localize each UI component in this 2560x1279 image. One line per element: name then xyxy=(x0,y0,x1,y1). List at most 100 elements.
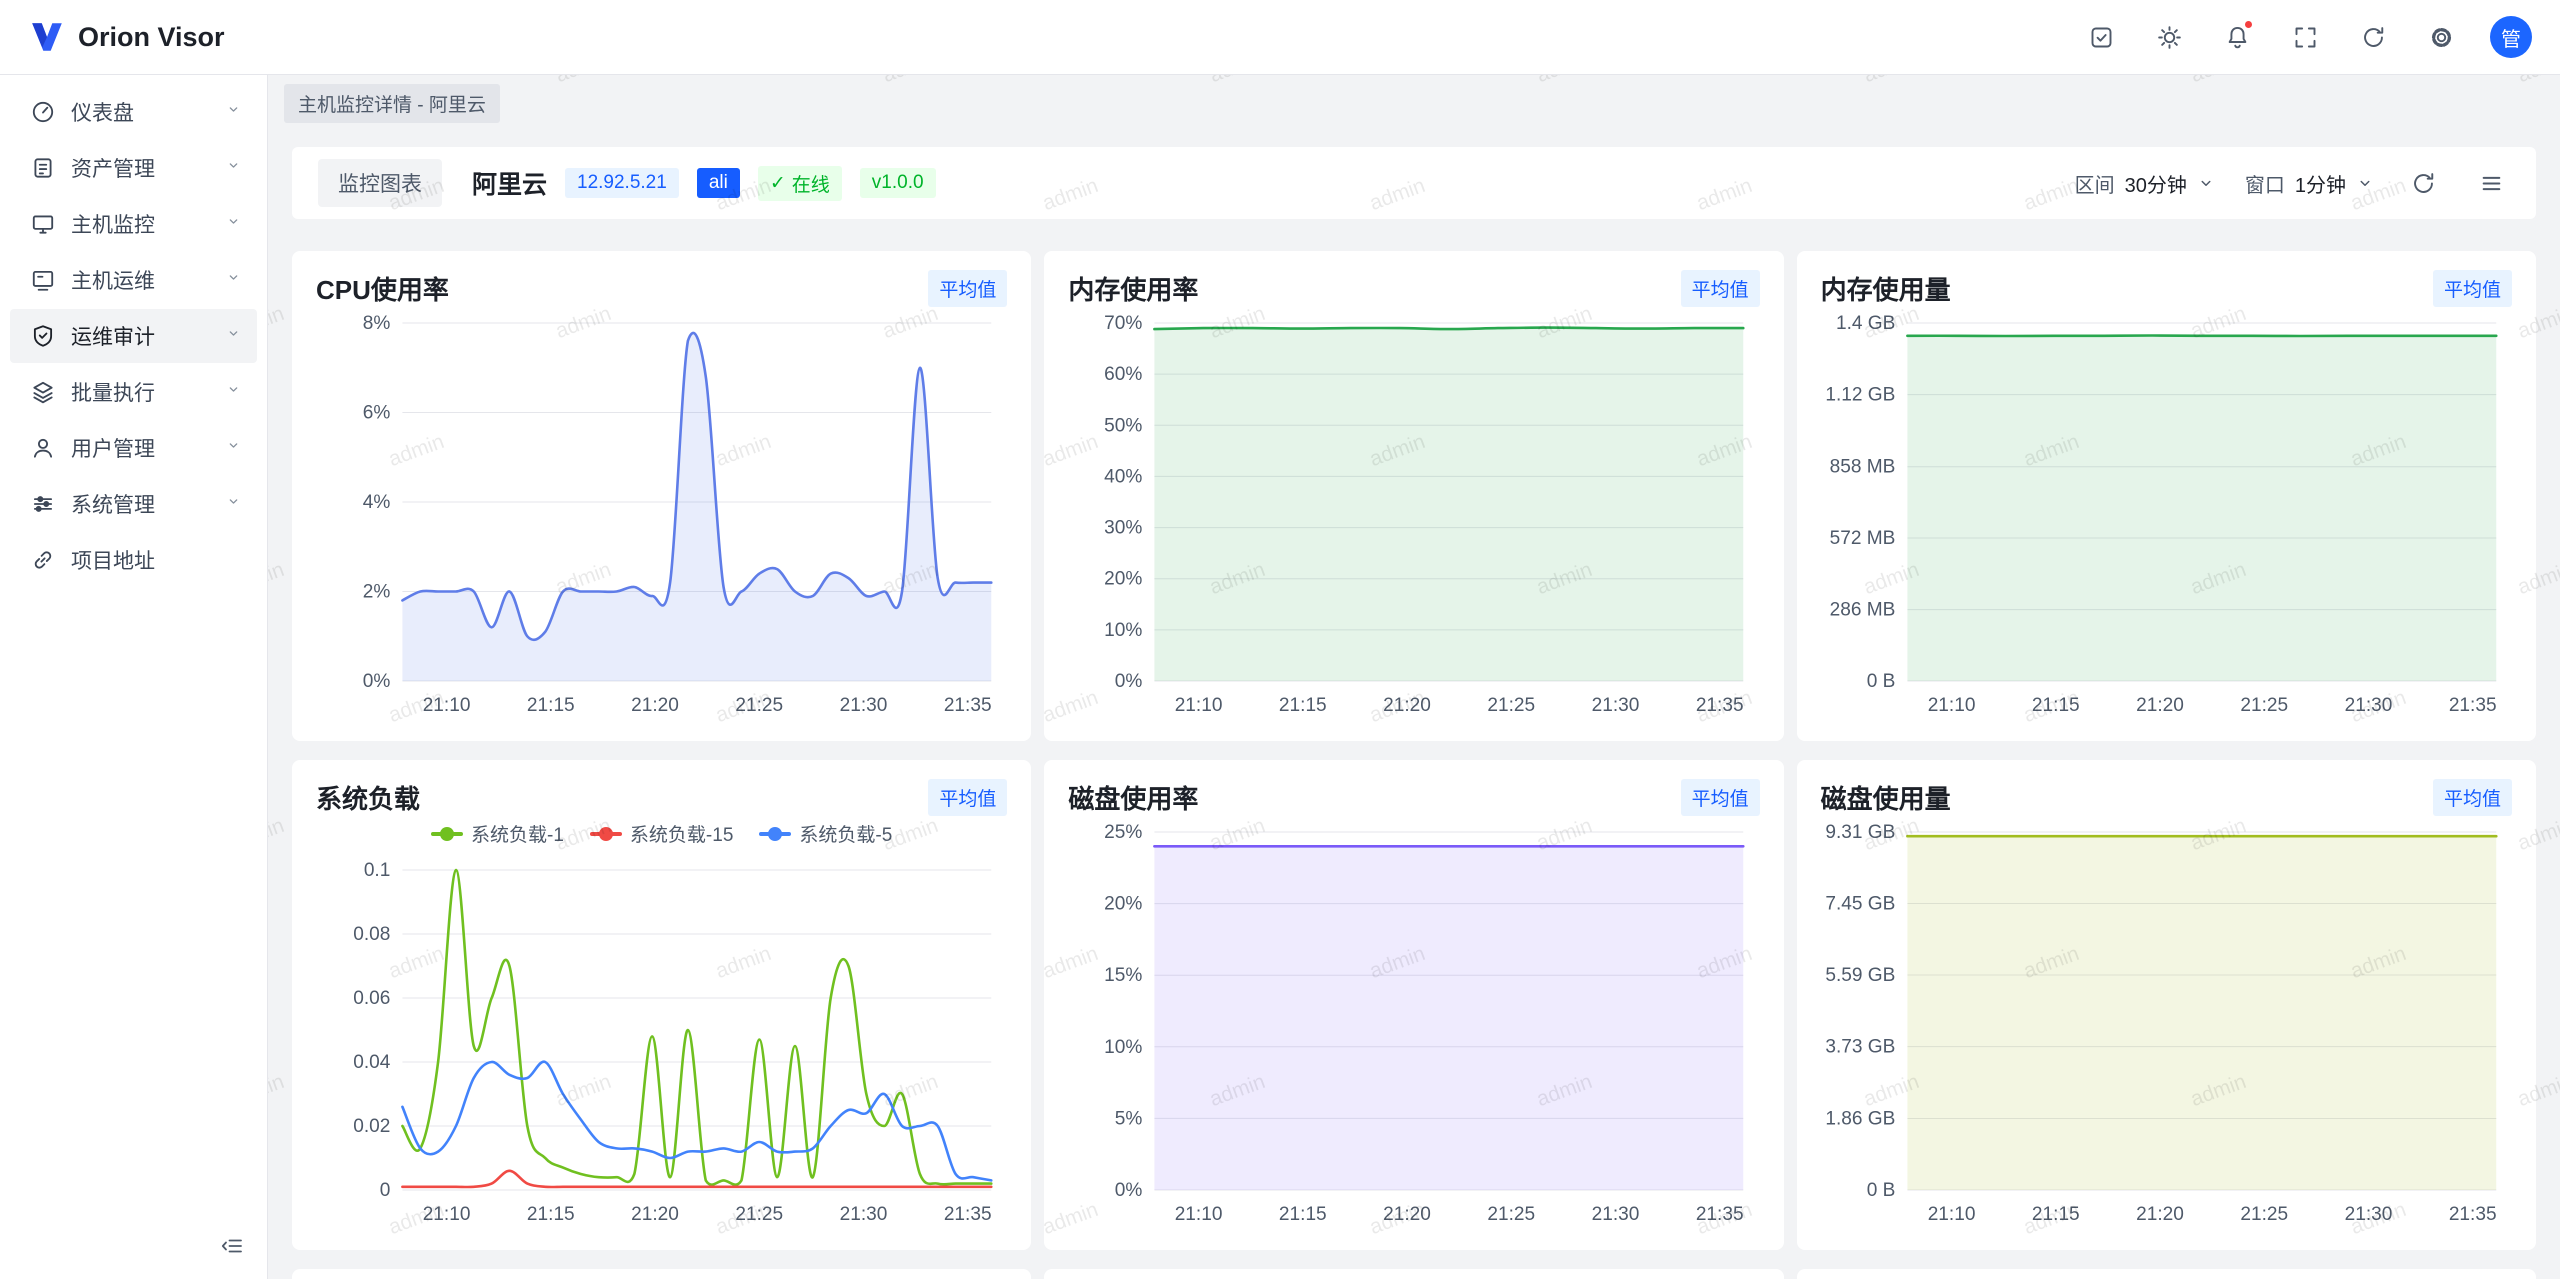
host-code-tag: ali xyxy=(697,168,740,198)
refresh-icon-button[interactable] xyxy=(2354,18,2392,56)
legend-item[interactable]: 系统负载-15 xyxy=(590,820,733,847)
layers-icon xyxy=(30,379,56,405)
svg-text:21:35: 21:35 xyxy=(2448,695,2496,716)
settings-icon-button[interactable] xyxy=(2422,18,2460,56)
notifications-button[interactable] xyxy=(2218,18,2256,56)
sidebar-collapse-button[interactable] xyxy=(215,1229,249,1263)
theme-icon-button[interactable] xyxy=(2150,18,2188,56)
chart-card-partial xyxy=(1797,1269,2536,1279)
fullscreen-icon-button[interactable] xyxy=(2286,18,2324,56)
chart-canvas: 00.020.040.060.080.121:1021:1521:2021:25… xyxy=(316,818,1007,1230)
chevron-down-icon xyxy=(224,100,243,124)
svg-text:21:25: 21:25 xyxy=(735,1204,783,1225)
watermark-text: admin xyxy=(268,1070,288,1112)
average-badge: 平均值 xyxy=(928,779,1007,816)
svg-text:21:25: 21:25 xyxy=(735,695,783,716)
svg-text:21:10: 21:10 xyxy=(1927,695,1975,716)
svg-text:21:15: 21:15 xyxy=(1279,695,1327,716)
svg-text:0: 0 xyxy=(380,1180,391,1201)
host-ip-tag: 12.92.5.21 xyxy=(565,168,679,198)
tab-monitor-charts[interactable]: 监控图表 xyxy=(318,159,442,207)
legend-item[interactable]: 系统负载-1 xyxy=(431,820,564,847)
svg-text:0.06: 0.06 xyxy=(353,988,390,1009)
legend-label: 系统负载-1 xyxy=(471,820,564,847)
host-name: 阿里云 xyxy=(472,165,547,201)
legend-item[interactable]: 系统负载-5 xyxy=(759,820,892,847)
next-chart-row-partial xyxy=(292,1269,2536,1279)
chevron-down-icon xyxy=(224,212,243,236)
chart-title: 磁盘使用率 xyxy=(1068,779,1198,816)
notification-badge-dot xyxy=(2243,19,2254,30)
chart-list-button[interactable] xyxy=(2472,164,2510,202)
svg-text:21:20: 21:20 xyxy=(631,1204,679,1225)
legend-marker xyxy=(590,827,622,841)
svg-text:20%: 20% xyxy=(1105,569,1143,590)
main-content: adminadminadminadminadminadminadminadmin… xyxy=(268,75,2560,1279)
svg-text:1.86 GB: 1.86 GB xyxy=(1825,1109,1895,1130)
range-select[interactable]: 区间 30分钟 xyxy=(2075,169,2215,198)
check-square-icon xyxy=(2088,24,2115,51)
sidebar-item-label: 批量执行 xyxy=(71,377,209,407)
sidebar-item-user-mgmt[interactable]: 用户管理 xyxy=(10,421,257,475)
chart-card-cpu: CPU使用率 平均值 0%2%4%6%8%21:1021:1521:2021:2… xyxy=(292,251,1031,741)
logo-v-icon xyxy=(28,18,66,56)
chart-card-disk-rate: 磁盘使用率 平均值 0%5%10%15%20%25%21:1021:1521:2… xyxy=(1044,760,1783,1250)
svg-text:21:10: 21:10 xyxy=(423,1204,471,1225)
sidebar-item-system-mgmt[interactable]: 系统管理 xyxy=(10,477,257,531)
window-select[interactable]: 窗口 1分钟 xyxy=(2245,169,2374,198)
svg-text:21:35: 21:35 xyxy=(1696,1204,1744,1225)
sidebar-item-assets[interactable]: 资产管理 xyxy=(10,141,257,195)
svg-text:6%: 6% xyxy=(363,403,391,424)
legend-label: 系统负载-5 xyxy=(799,820,892,847)
svg-text:21:35: 21:35 xyxy=(944,1204,992,1225)
svg-text:30%: 30% xyxy=(1105,518,1143,539)
svg-text:5.59 GB: 5.59 GB xyxy=(1825,965,1895,986)
average-badge: 平均值 xyxy=(1681,270,1760,307)
avatar[interactable]: 管 xyxy=(2490,16,2532,58)
svg-text:286 MB: 286 MB xyxy=(1829,600,1895,621)
breadcrumb[interactable]: 主机监控详情 - 阿里云 xyxy=(284,84,500,123)
range-select-label: 区间 xyxy=(2075,169,2115,198)
range-select-value: 30分钟 xyxy=(2125,169,2187,198)
sidebar-item-label: 运维审计 xyxy=(71,321,209,351)
chart-card-memory-amount: 内存使用量 平均值 0 B286 MB572 MB858 MB1.12 GB1.… xyxy=(1797,251,2536,741)
svg-text:7.45 GB: 7.45 GB xyxy=(1825,894,1895,915)
svg-text:21:30: 21:30 xyxy=(840,695,888,716)
legend-marker xyxy=(759,827,791,841)
svg-text:21:10: 21:10 xyxy=(423,695,471,716)
svg-text:21:20: 21:20 xyxy=(2136,1204,2184,1225)
check-icon: ✓ xyxy=(770,172,786,195)
user-icon xyxy=(30,435,56,461)
chart-title: 内存使用量 xyxy=(1821,270,1951,307)
check-square-icon-button[interactable] xyxy=(2082,18,2120,56)
memory-usage-rate-chart: 0%10%20%30%40%50%60%70%21:1021:1521:2021… xyxy=(1068,309,1759,721)
topbar-actions: 管 xyxy=(2082,16,2532,58)
charts-refresh-button[interactable] xyxy=(2404,164,2442,202)
chevron-down-icon xyxy=(2356,174,2374,192)
chart-canvas: 0%10%20%30%40%50%60%70%21:1021:1521:2021… xyxy=(1068,309,1759,721)
chevron-down-icon xyxy=(224,268,243,292)
sidebar-item-ops-audit[interactable]: 运维审计 xyxy=(10,309,257,363)
svg-text:60%: 60% xyxy=(1105,364,1143,385)
sidebar-item-host-monitor[interactable]: 主机监控 xyxy=(10,197,257,251)
svg-text:21:15: 21:15 xyxy=(2032,695,2080,716)
svg-text:21:20: 21:20 xyxy=(631,695,679,716)
svg-text:21:15: 21:15 xyxy=(527,695,575,716)
host-ops-icon xyxy=(30,267,56,293)
list-icon xyxy=(2478,170,2505,197)
app-logo[interactable]: Orion Visor xyxy=(28,18,225,56)
sidebar-item-dashboard[interactable]: 仪表盘 xyxy=(10,85,257,139)
svg-text:0%: 0% xyxy=(1115,1180,1143,1201)
sidebar-item-host-ops[interactable]: 主机运维 xyxy=(10,253,257,307)
svg-text:0.1: 0.1 xyxy=(364,860,391,881)
average-badge: 平均值 xyxy=(928,270,1007,307)
svg-text:1.12 GB: 1.12 GB xyxy=(1825,385,1895,406)
svg-text:21:35: 21:35 xyxy=(2448,1204,2496,1225)
app-root: Orion Visor xyxy=(0,0,2560,1279)
link-icon xyxy=(30,547,56,573)
sidebar-item-project-link[interactable]: 项目地址 xyxy=(10,533,257,587)
sidebar-item-batch-exec[interactable]: 批量执行 xyxy=(10,365,257,419)
watermark-text: admin xyxy=(268,558,288,600)
chart-card-partial xyxy=(1044,1269,1783,1279)
sidebar-item-label: 主机运维 xyxy=(71,265,209,295)
